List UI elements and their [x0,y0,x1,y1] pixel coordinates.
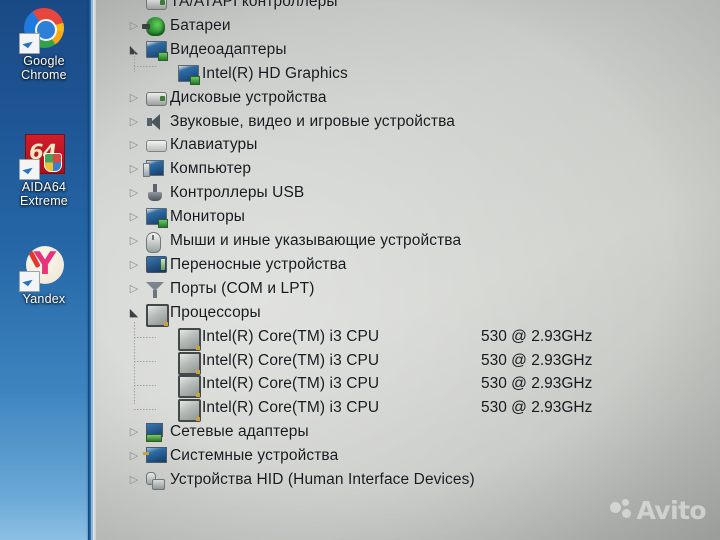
shortcut-arrow-icon [19,271,40,292]
desktop-icon-google-chrome[interactable]: Google Chrome [0,6,88,82]
usb-icon [146,184,165,203]
expand-triangle-icon[interactable] [127,157,141,181]
device-tree-row-label: Дисковые устройства [170,88,327,106]
device-tree-row-label: Intel(R) Core(TM) i3 CPU [202,375,380,393]
shortcut-arrow-icon [19,159,40,180]
desktop-icon-label-line2: Extreme [20,194,68,208]
tree-guide-line [134,337,156,338]
device-tree-row-label: Устройства HID (Human Interface Devices) [170,471,475,488]
tree-guide-line [134,50,135,72]
port-icon [146,280,165,299]
cpu-icon [178,375,201,399]
expand-triangle-icon[interactable] [127,229,141,253]
expand-triangle-icon[interactable] [127,110,141,134]
display-adapter-icon [178,64,200,85]
cpu-icon [146,303,169,327]
aida64-icon [19,132,67,180]
device-tree-row-label: Контроллеры USB [170,184,305,202]
device-tree-row-label: Intel(R) HD Graphics [202,64,348,82]
device-tree-row-spec: 530 @ 2.93GHz [481,375,593,393]
tree-guide-line [134,322,135,404]
device-tree-row-label: Intel(R) Core(TM) i3 CPU [202,327,380,345]
desktop-icon-label-line1: AIDA64 [21,180,67,194]
cpu-icon [178,351,201,375]
keyboard-icon [146,140,167,153]
device-tree[interactable]: ТА/АТАРI контроллеры Батареи Видеоадаптеры… [96,0,720,540]
desktop-icon-label-line1: Yandex [22,292,66,306]
desktop-icon-aida64-extreme[interactable]: AIDA64 Extreme [0,132,88,208]
shortcut-arrow-icon [19,33,40,54]
disk-drive-icon [146,91,167,106]
device-tree-row-label: Порты (COM и LPT) [170,279,315,297]
device-tree-row-label: Сетевые адаптеры [170,423,309,441]
device-tree-row-label: Intel(R) Core(TM) i3 CPU [202,351,380,369]
tree-guide-line [134,385,156,386]
display-adapter-icon [146,40,168,61]
expand-triangle-icon[interactable] [127,420,141,444]
device-tree-row-label: Клавиатуры [170,136,258,154]
tree-guide-line [134,361,156,362]
expand-triangle-icon[interactable] [127,86,141,110]
device-tree-row-label: Батареи [170,16,231,34]
device-tree-row-spec: 530 @ 2.93GHz [481,399,593,417]
expand-triangle-icon[interactable] [127,205,141,229]
desktop-wallpaper: Google Chrome AIDA64 Extreme Y Yandex [0,0,96,540]
tree-guide-line [134,409,156,410]
desktop-icon-label-line1: Google [23,54,65,68]
network-adapter-icon [146,423,163,443]
monitor-icon [146,208,168,229]
yandex-icon: Y [19,244,67,292]
expand-triangle-icon[interactable] [127,253,141,277]
avito-watermark: Avito [609,495,707,525]
avito-logo-icon [609,499,634,521]
expand-triangle-icon[interactable] [127,468,141,492]
device-manager-window: ТА/АТАРI контроллеры Батареи Видеоадаптеры… [96,0,720,540]
device-tree-row-label: Мыши и иные указывающие устройства [170,232,462,249]
desktop-icon-yandex[interactable]: Y Yandex [0,244,88,306]
expand-triangle-icon[interactable] [127,133,141,157]
device-tree-row-spec: 530 @ 2.93GHz [481,327,593,345]
device-tree-row-label: Видеоадаптеры [170,40,287,58]
expand-triangle-icon[interactable] [127,444,141,468]
expand-triangle-icon[interactable] [127,181,141,205]
device-tree-row-label: Звуковые, видео и игровые устройства [170,112,455,130]
device-tree-row-label: Процессоры [170,303,261,321]
device-tree-row-label: ТА/АТАРI контроллеры [170,0,338,10]
device-tree-row-label: Компьютер [170,160,252,178]
device-tree-row-label: Системные устройства [170,447,339,465]
cpu-icon [178,327,201,351]
battery-icon [142,16,165,36]
device-tree-row-label: Переносные устройства [170,255,347,273]
device-tree-row-label: Мониторы [170,208,246,226]
desktop-icon-label-line2: Chrome [21,68,67,82]
cpu-icon [178,399,201,423]
tree-guide-line [134,66,156,67]
computer-icon [143,160,164,178]
portable-device-icon [146,255,167,273]
hid-icon [146,471,165,490]
avito-wordmark: Avito [636,495,707,525]
mouse-icon [146,232,161,253]
ide-controller-icon [146,0,167,10]
device-tree-row-label: Intel(R) Core(TM) i3 CPU [202,399,380,417]
speaker-icon [146,113,165,132]
expand-triangle-icon[interactable] [127,14,141,38]
expand-triangle-icon[interactable] [127,277,141,301]
system-device-icon [143,447,167,464]
google-chrome-icon [19,6,67,54]
device-tree-row-spec: 530 @ 2.93GHz [481,351,593,369]
